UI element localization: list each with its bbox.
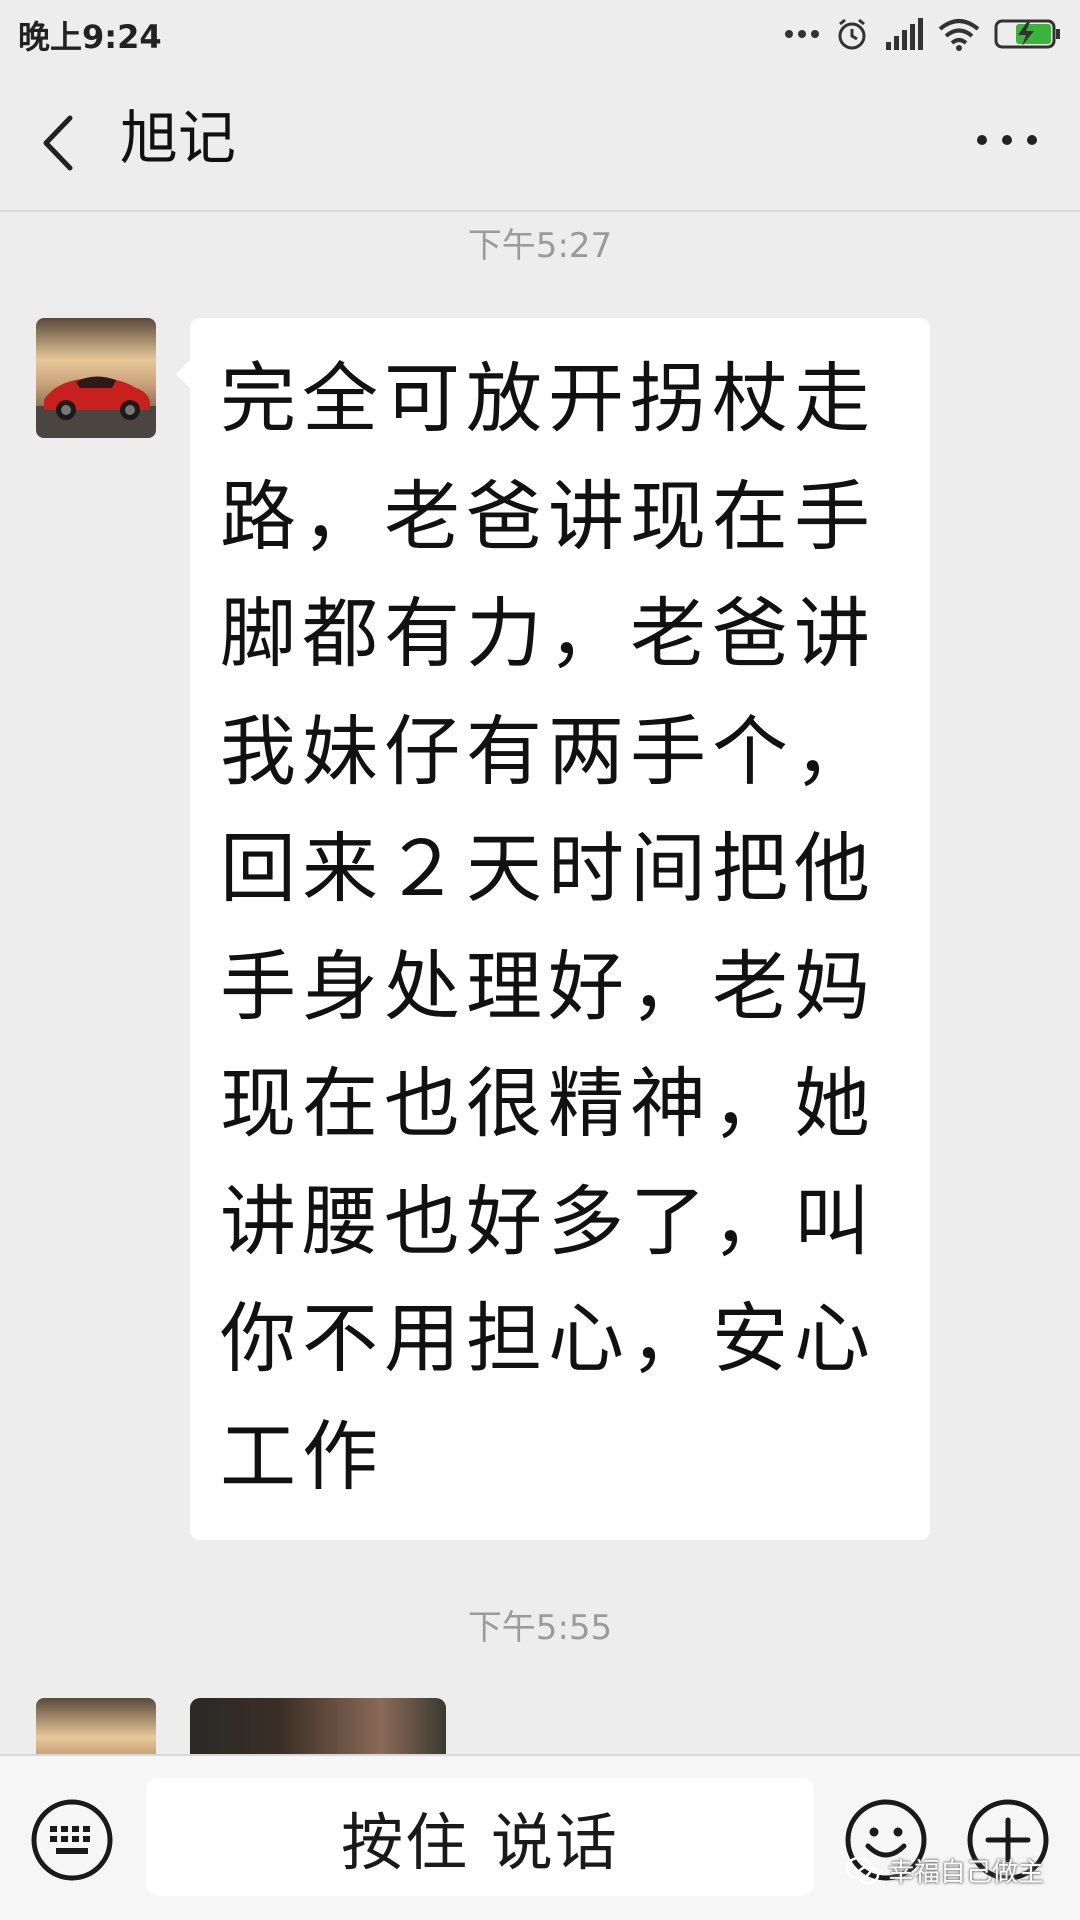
message-text: 完全可放开拐杖走路，老爸讲现在手脚都有力，老爸讲我妹仔有两手个，回来２天时间把他…: [220, 354, 876, 1501]
chat-header: 旭记: [0, 68, 1080, 210]
signal-icon: [886, 18, 923, 50]
message-bubble[interactable]: 完全可放开拐杖走路，老爸讲现在手脚都有力，老爸讲我妹仔有两手个，回来２天时间把他…: [176, 318, 930, 1540]
more-dots-icon[interactable]: [972, 128, 1042, 152]
status-bar: 晚上9:24: [0, 0, 1080, 68]
bubble-tail: [176, 360, 190, 388]
avatar[interactable]: [36, 318, 156, 438]
header-divider: [0, 210, 1080, 212]
watermark: 幸福自己做主: [845, 1852, 1044, 1889]
watermark-text: 幸福自己做主: [887, 1858, 1044, 1888]
timestamp: 下午5:27: [467, 226, 613, 266]
dots-icon: [785, 30, 819, 38]
avatar-car-image: [36, 318, 156, 438]
battery-charging-icon: [994, 19, 1060, 49]
keyboard-icon[interactable]: [30, 1798, 114, 1882]
chat-title: 旭记: [120, 104, 237, 172]
status-icons: [784, 14, 1062, 54]
input-bar: 按住 说话: [0, 1754, 1080, 1920]
avatar-car-image: [36, 1698, 156, 1754]
chat-screen: 晚上9:24 旭记 下午5:27 完全可放开拐杖走路，老爸讲现在手脚都有力，老爸…: [0, 0, 1080, 1920]
image-message[interactable]: [190, 1698, 446, 1758]
status-time: 晚上9:24: [18, 18, 162, 56]
avatar[interactable]: [36, 1698, 156, 1754]
wifi-icon: [938, 19, 980, 51]
chevron-left-icon[interactable]: [34, 108, 84, 178]
wechat-icon: [845, 1856, 880, 1884]
alarm-icon: [838, 18, 866, 50]
hold-to-talk-button[interactable]: 按住 说话: [146, 1778, 814, 1896]
timestamp: 下午5:55: [467, 1608, 613, 1648]
